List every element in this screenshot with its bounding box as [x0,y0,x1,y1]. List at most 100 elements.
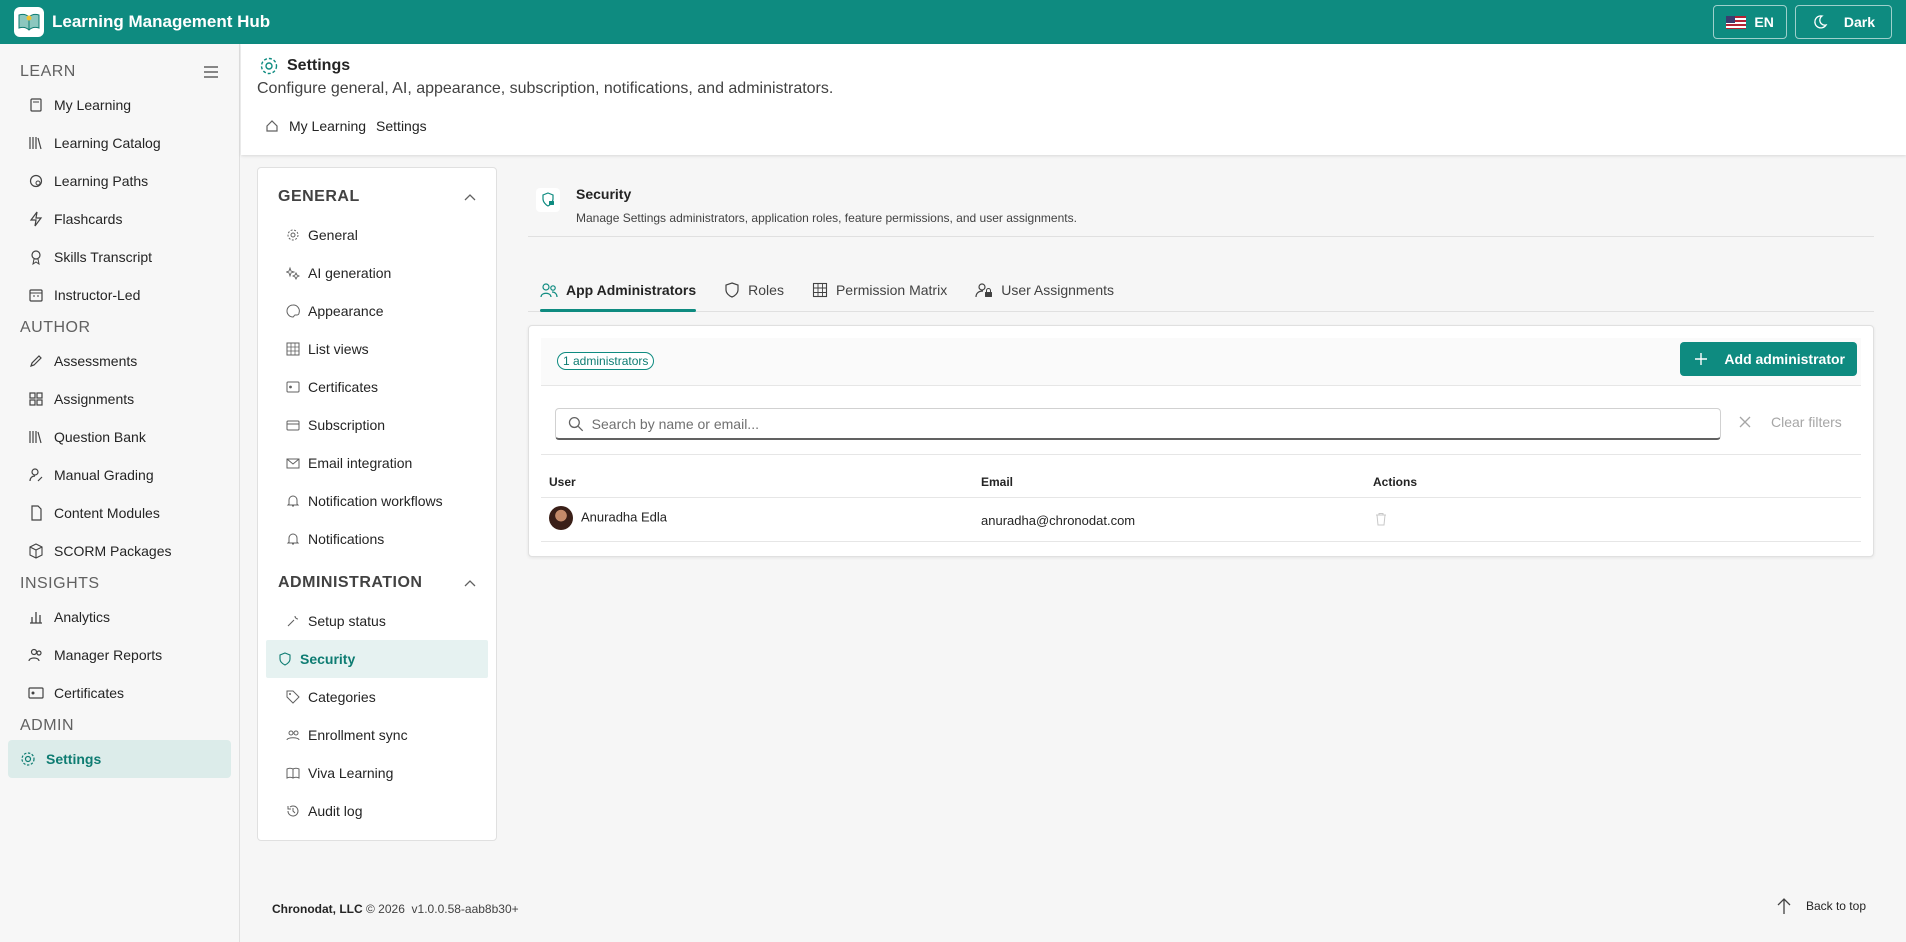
settings-nav-label: Viva Learning [308,765,394,781]
sidebar-item-instructor-led[interactable]: Instructor-Led [8,276,231,314]
sidebar-item-analytics[interactable]: Analytics [8,598,231,636]
cube-icon [29,543,43,559]
wrench-icon [287,615,299,627]
sidebar-item-settings[interactable]: Settings [8,740,231,778]
close-icon [1739,416,1751,428]
tab-user-assignments[interactable]: User Assignments [963,270,1126,310]
tab-label: App Administrators [566,282,697,298]
add-administrator-button[interactable]: Add administrator [1680,342,1857,376]
delete-button[interactable] [1375,512,1387,529]
column-header-email[interactable]: Email [981,475,1013,489]
arrow-up-icon [1777,898,1791,914]
person-edit-icon [29,468,43,482]
sidebar-item-label: Instructor-Led [54,287,141,303]
sidebar-item-label: Learning Paths [54,173,149,189]
search-input[interactable] [591,415,1708,432]
settings-nav-group-label: ADMINISTRATION [278,574,423,591]
section-description: Manage Settings administrators, applicat… [576,211,1077,225]
history-icon [287,805,299,817]
settings-nav-setup-status[interactable]: Setup status [266,602,488,640]
tab-roles[interactable]: Roles [712,270,796,310]
sidebar-item-manual-grading[interactable]: Manual Grading [8,456,231,494]
settings-nav-enrollment-sync[interactable]: Enrollment sync [266,716,488,754]
sidebar-section-insights: INSIGHTS [0,570,239,598]
settings-nav-security[interactable]: Security [266,640,488,678]
sidebar-section-label: LEARN [20,63,76,80]
sidebar-item-assessments[interactable]: Assessments [8,342,231,380]
settings-nav-label: Appearance [308,303,384,319]
breadcrumb-my-learning[interactable]: My Learning [289,118,366,134]
search-icon [568,416,584,431]
settings-nav-label: Enrollment sync [308,727,408,743]
settings-nav-general[interactable]: General [266,216,488,254]
settings-nav-notifications[interactable]: Notifications [266,520,488,558]
hamburger-menu-icon[interactable] [203,66,219,78]
ribbon-icon [31,250,41,265]
person-lock-icon [975,283,993,298]
page-title-text: Settings [287,57,351,74]
administrators-table: User Email Actions Anuradha Edla anuradh… [541,454,1861,542]
settings-nav-subscription[interactable]: Subscription [266,406,488,444]
flash-icon [29,211,43,227]
settings-nav-admin-header[interactable]: ADMINISTRATION [258,564,496,602]
sidebar-item-learning-paths[interactable]: Learning Paths [8,162,231,200]
settings-nav-email-integration[interactable]: Email integration [266,444,488,482]
sidebar-item-scorm-packages[interactable]: SCORM Packages [8,532,231,570]
settings-nav-appearance[interactable]: Appearance [266,292,488,330]
app-logo [14,7,44,37]
sidebar-section-admin: ADMIN [0,712,239,740]
gear-icon [287,229,299,241]
settings-nav-viva-learning[interactable]: Viva Learning [266,754,488,792]
clear-filters-label: Clear filters [1771,414,1842,430]
theme-toggle-button[interactable]: Dark [1794,5,1892,39]
settings-nav-general-header[interactable]: GENERAL [258,178,496,216]
security-tabs: App Administrators Roles Permission Matr… [528,270,1874,312]
column-header-user[interactable]: User [549,475,576,489]
sidebar-item-question-bank[interactable]: Question Bank [8,418,231,456]
top-bar: Learning Management Hub EN Dark [0,0,1906,44]
add-administrator-label: Add administrator [1724,351,1845,367]
sidebar-section-learn: LEARN [0,58,239,86]
sidebar-item-label: Question Bank [54,429,146,445]
sidebar-item-certificates[interactable]: Certificates [8,674,231,712]
settings-nav-list-views[interactable]: List views [266,330,488,368]
moon-icon [1814,15,1828,29]
gear-icon [21,752,35,766]
sidebar-item-content-modules[interactable]: Content Modules [8,494,231,532]
tab-app-administrators[interactable]: App Administrators [528,270,708,312]
settings-nav-audit-log[interactable]: Audit log [266,792,488,830]
pencil-icon [30,355,42,367]
settings-nav-certificates[interactable]: Certificates [266,368,488,406]
settings-nav-group-label: GENERAL [278,188,360,205]
settings-nav-label: List views [308,341,369,357]
back-to-top-button[interactable]: Back to top [1776,897,1866,915]
theme-label: Dark [1843,14,1875,30]
section-title: Security [576,186,632,202]
chevron-up-icon[interactable] [464,579,476,587]
sidebar-item-manager-reports[interactable]: Manager Reports [8,636,231,674]
section-header: Security Manage Settings administrators,… [528,170,1874,237]
settings-nav-label: Certificates [308,379,379,395]
clear-filters-button[interactable]: Clear filters [1739,414,1842,430]
home-icon[interactable] [265,119,279,133]
sidebar-item-assignments[interactable]: Assignments [8,380,231,418]
sidebar-item-flashcards[interactable]: Flashcards [8,200,231,238]
tab-label: Roles [748,282,784,298]
sidebar-item-learning-catalog[interactable]: Learning Catalog [8,124,231,162]
sidebar-item-label: Manual Grading [54,467,154,483]
credit-card-icon [286,420,300,431]
tab-permission-matrix[interactable]: Permission Matrix [800,270,959,310]
sidebar-item-skills-transcript[interactable]: Skills Transcript [8,238,231,276]
breadcrumb-settings: Settings [376,118,427,134]
sidebar-item-my-learning[interactable]: My Learning [8,86,231,124]
settings-nav-notification-workflows[interactable]: Notification workflows [266,482,488,520]
sidebar-item-label: Flashcards [54,211,123,227]
certificate-icon [28,687,44,699]
sidebar-section-author: AUTHOR [0,314,239,342]
settings-nav-ai-generation[interactable]: AI generation [266,254,488,292]
library-icon [29,431,42,444]
sidebar-item-label: Assignments [54,391,135,407]
chevron-up-icon[interactable] [464,193,476,201]
settings-nav-categories[interactable]: Categories [266,678,488,716]
language-button[interactable]: EN [1713,5,1787,39]
